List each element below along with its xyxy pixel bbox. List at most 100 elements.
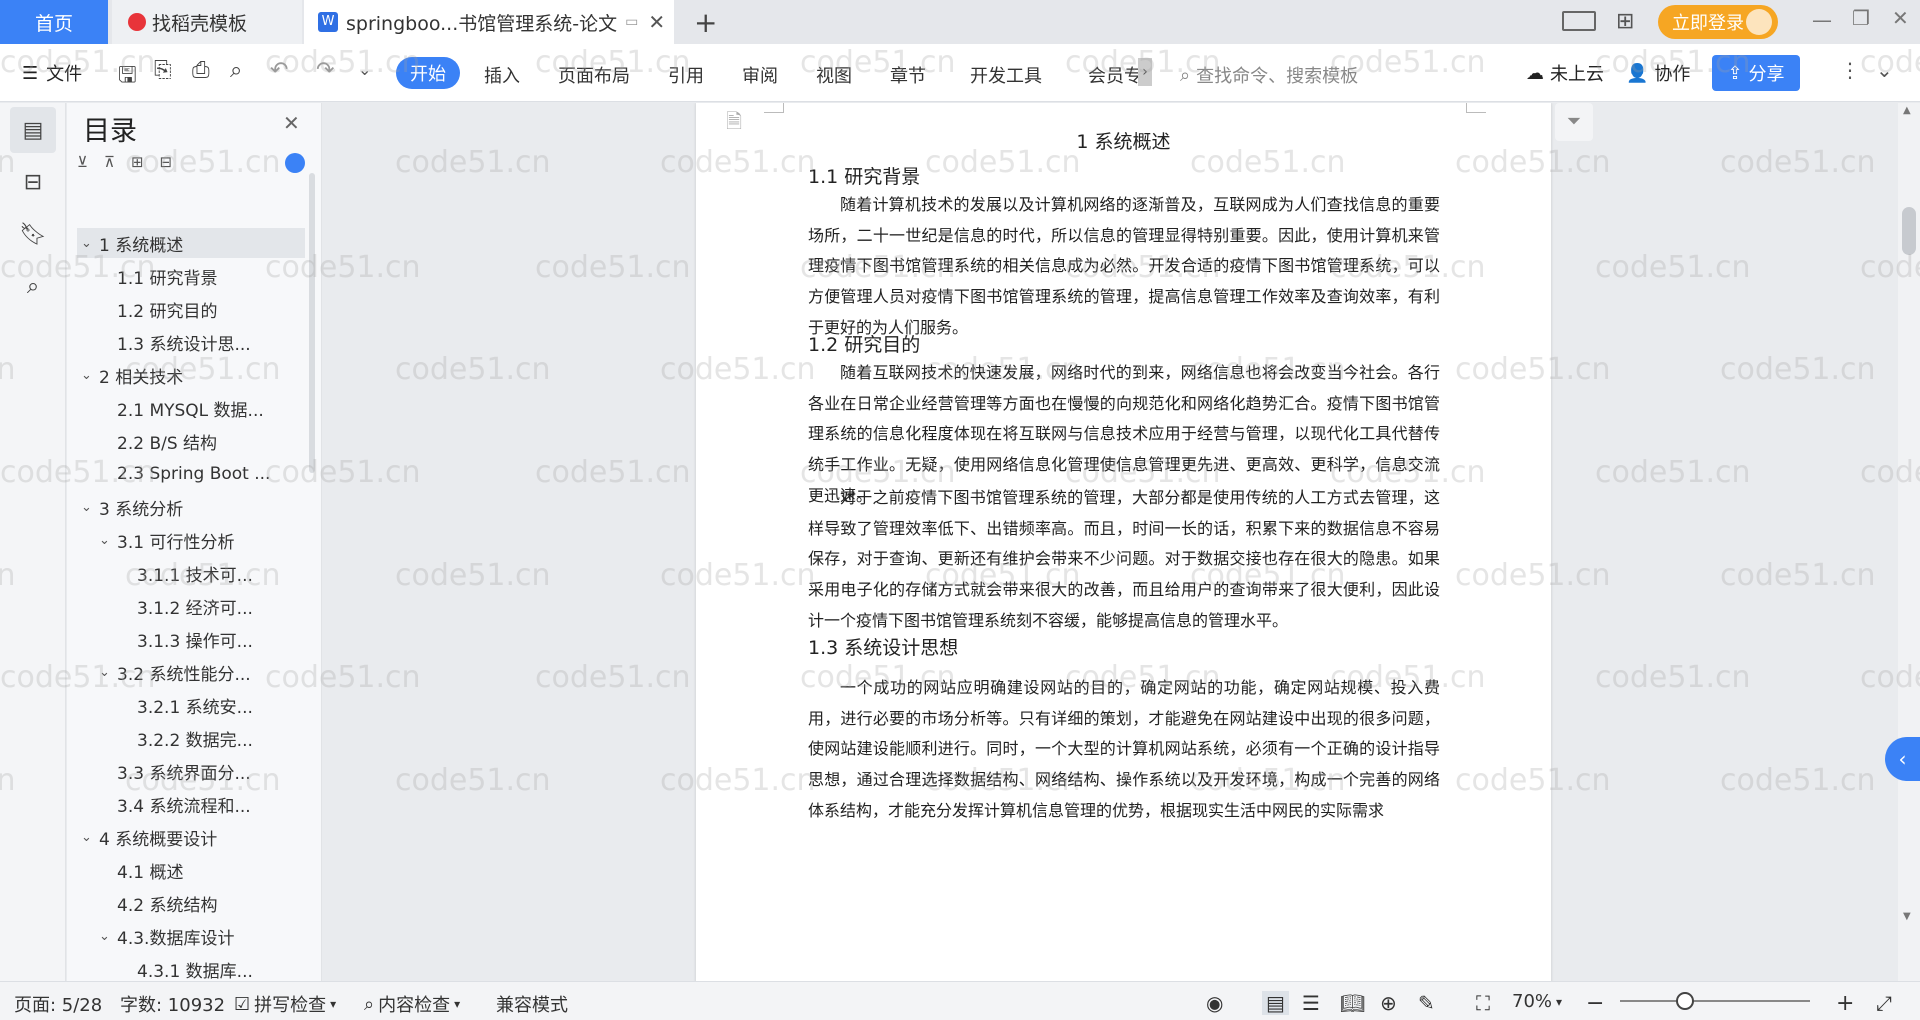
toc-item[interactable]: 3.1.2 经济可... xyxy=(77,591,305,621)
redo-icon[interactable]: ↷ xyxy=(316,58,334,83)
zoom-slider-handle[interactable] xyxy=(1676,992,1694,1010)
fit-page-icon[interactable]: ⛶ xyxy=(1476,991,1490,1015)
share-button[interactable]: ⇪ 分享 xyxy=(1712,55,1800,91)
chevron-down-icon[interactable]: ⌄ xyxy=(99,929,117,944)
more-dropdown-icon[interactable]: ⌄ xyxy=(358,60,371,79)
chevron-down-icon[interactable]: ⌄ xyxy=(81,368,99,383)
scroll-up-icon[interactable]: ▲ xyxy=(1903,105,1911,116)
file-menu[interactable]: ☰ 文件 xyxy=(22,60,82,86)
tab-template[interactable]: 找稻壳模板 xyxy=(112,0,302,44)
chevron-down-icon[interactable]: ⌄ xyxy=(81,500,99,515)
vertical-scrollbar[interactable]: ▲ ▼ xyxy=(1898,103,1920,981)
filter-panel-icon[interactable]: ⏷ xyxy=(1555,103,1593,141)
toc-item[interactable]: 4.3.1 数据库... xyxy=(77,954,305,984)
toc-item[interactable]: 1.3 系统设计思... xyxy=(77,327,305,357)
word-count[interactable]: 字数: 10932 xyxy=(120,991,225,1017)
close-panel-icon[interactable]: ✕ xyxy=(283,111,300,135)
command-search[interactable]: ⌕ 查找命令、搜索模板 xyxy=(1180,62,1358,88)
toc-item[interactable]: ⌄ 3.2 系统性能分... xyxy=(77,657,305,687)
print-preview-icon[interactable]: ⌕ xyxy=(230,58,242,83)
tab-page-layout[interactable]: 页面布局 xyxy=(558,62,630,88)
save-icon[interactable]: 🖫 xyxy=(118,58,137,96)
outline-view-icon[interactable]: ☰ xyxy=(1302,991,1320,1015)
export-icon[interactable]: ⎘ xyxy=(154,58,172,83)
add-heading-icon[interactable]: ⊞ xyxy=(131,153,144,171)
toc-item[interactable]: 4.2 系统结构 xyxy=(77,888,305,918)
write-mode-icon[interactable]: ✎ xyxy=(1418,991,1435,1015)
undo-icon[interactable]: ↶ xyxy=(270,58,288,83)
toc-item[interactable]: 3.1.3 操作可... xyxy=(77,624,305,654)
page-view-icon[interactable]: ▤ xyxy=(1262,991,1289,1015)
grid-apps-icon[interactable]: ⊞ xyxy=(1616,9,1634,34)
toc-item[interactable]: ⌄ 3 系统分析 xyxy=(77,492,305,522)
page-indicator[interactable]: 页面: 5/28 xyxy=(14,991,102,1017)
toc-item[interactable]: ⌄ 4 系统概要设计 xyxy=(77,822,305,852)
tab-insert[interactable]: 插入 xyxy=(484,62,520,88)
tab-references[interactable]: 引用 xyxy=(668,62,704,88)
toc-item[interactable]: ⌄ 2 相关技术 xyxy=(77,360,305,390)
restore-icon[interactable]: ❐ xyxy=(1852,6,1870,30)
chevron-down-icon[interactable]: ⌄ xyxy=(81,236,99,251)
toc-item[interactable]: 3.3 系统界面分... xyxy=(77,756,305,786)
zoom-in-icon[interactable]: + xyxy=(1836,991,1854,1016)
tab-member[interactable]: 会员专 xyxy=(1088,62,1142,88)
chevron-down-icon[interactable]: ⌄ xyxy=(81,830,99,845)
eye-protection-icon[interactable]: ◉ xyxy=(1206,991,1223,1015)
tab-home[interactable]: 首页 xyxy=(0,0,108,44)
navigation-icon[interactable]: ⊟ xyxy=(10,159,56,205)
web-view-icon[interactable]: ⊕ xyxy=(1380,991,1397,1015)
more-options-icon[interactable]: ⋮ xyxy=(1840,58,1860,82)
toc-item[interactable]: 3.4 系统流程和... xyxy=(77,789,305,819)
cloud-status[interactable]: ☁ 未上云 xyxy=(1526,60,1604,86)
scroll-thumb[interactable] xyxy=(1902,207,1916,255)
ai-assistant-icon[interactable] xyxy=(285,153,305,173)
toc-item[interactable]: 2.1 MYSQL 数据... xyxy=(77,393,305,423)
spell-check-button[interactable]: ☑ 拼写检查 ▾ xyxy=(234,991,336,1017)
toc-item[interactable]: 3.1.1 技术可... xyxy=(77,558,305,588)
layout-icon[interactable] xyxy=(1562,11,1596,31)
tab-chapter[interactable]: 章节 xyxy=(890,62,926,88)
content-check-button[interactable]: ⌕ 内容检查 ▾ xyxy=(364,991,460,1017)
chevron-down-icon[interactable]: ⌄ xyxy=(99,665,117,680)
more-tabs-icon[interactable]: › xyxy=(1138,58,1152,86)
close-tab-icon[interactable]: ✕ xyxy=(648,10,665,34)
toc-panel-icon[interactable]: ▤ xyxy=(10,107,56,153)
toc-item[interactable]: 3.2.1 系统安... xyxy=(77,690,305,720)
toc-item[interactable]: 2.2 B/S 结构 xyxy=(77,426,305,456)
collapse-up-icon[interactable]: ⊼ xyxy=(104,153,115,171)
toc-panel: 目录 ✕ ⊻ ⊼ ⊞ ⊟ ⌄ 1 系统概述 1.1 研究背景 1.2 研究目的 1.3 … xyxy=(67,103,322,984)
close-window-icon[interactable]: ✕ xyxy=(1892,6,1909,30)
minimize-icon[interactable]: — xyxy=(1812,8,1832,32)
collapse-ribbon-icon[interactable]: ⌄ xyxy=(1876,58,1893,82)
toc-item[interactable]: ⌄ 4.3.数据库设计 xyxy=(77,921,305,951)
tab-view[interactable]: 视图 xyxy=(816,62,852,88)
toc-item[interactable]: 1.1 研究背景 xyxy=(77,261,305,291)
toc-scrollbar[interactable] xyxy=(309,173,315,473)
zoom-level[interactable]: 70% ▾ xyxy=(1512,991,1562,1012)
toc-item[interactable]: 4.1 概述 xyxy=(77,855,305,885)
screen-icon[interactable]: ▭ xyxy=(625,14,638,30)
toc-item[interactable]: ⌄ 3.1 可行性分析 xyxy=(77,525,305,555)
remove-heading-icon[interactable]: ⊟ xyxy=(160,153,173,171)
chevron-down-icon[interactable]: ⌄ xyxy=(99,533,117,548)
tab-developer[interactable]: 开发工具 xyxy=(970,62,1042,88)
new-tab-button[interactable]: + xyxy=(694,6,717,39)
tab-document[interactable]: W springboo...书馆管理系统-论文 ▭ ✕ xyxy=(304,0,674,44)
tab-review[interactable]: 审阅 xyxy=(742,62,778,88)
find-icon[interactable]: ⌕ xyxy=(10,263,56,309)
collab-button[interactable]: 👤 协作 xyxy=(1626,60,1690,86)
fullscreen-icon[interactable]: ⤢ xyxy=(1876,991,1892,1015)
toc-item[interactable]: 3.2.2 数据完... xyxy=(77,723,305,753)
zoom-out-icon[interactable]: − xyxy=(1586,991,1604,1016)
login-button[interactable]: 立即登录 xyxy=(1658,5,1778,39)
expand-down-icon[interactable]: ⊻ xyxy=(77,153,88,171)
toc-item[interactable]: 2.3 Spring Boot ... xyxy=(77,459,305,489)
print-icon[interactable]: ⎙ xyxy=(192,58,210,83)
tab-start[interactable]: 开始 xyxy=(396,57,460,89)
read-view-icon[interactable]: 📖︎ xyxy=(1340,991,1365,1015)
toc-item[interactable]: 1.2 研究目的 xyxy=(77,294,305,324)
scroll-down-icon[interactable]: ▼ xyxy=(1903,911,1911,922)
toc-item[interactable]: ⌄ 1 系统概述 xyxy=(77,228,305,258)
zoom-slider[interactable] xyxy=(1620,1000,1810,1002)
bookmark-icon[interactable]: 🔖︎ xyxy=(10,211,56,257)
